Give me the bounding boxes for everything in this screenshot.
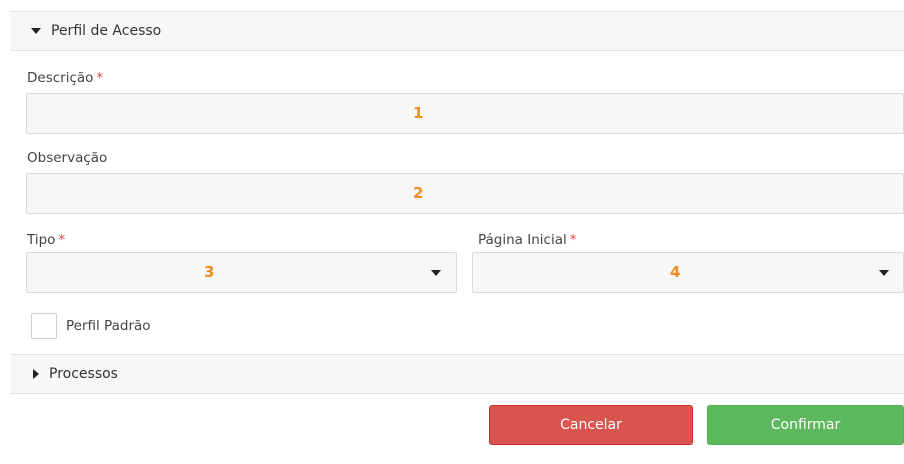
required-mark: * — [569, 232, 577, 248]
default-profile-label: Perfil Padrão — [66, 318, 151, 334]
required-mark: * — [58, 232, 66, 248]
field-marker: 2 — [413, 184, 424, 202]
home-page-select[interactable]: 4 — [472, 252, 904, 293]
cancel-button[interactable]: Cancelar — [489, 405, 693, 445]
description-label: Descrição * — [27, 70, 104, 86]
default-profile-checkbox[interactable] — [31, 313, 57, 339]
profile-form-page: Perfil de Acesso Descrição * 1 Observação… — [0, 0, 904, 464]
field-marker: 4 — [670, 263, 681, 281]
section-title: Perfil de Acesso — [51, 23, 162, 39]
caret-down-icon — [31, 28, 41, 34]
observation-input[interactable]: 2 — [26, 173, 904, 214]
description-input[interactable]: 1 — [26, 93, 904, 134]
confirm-button[interactable]: Confirmar — [707, 405, 904, 445]
home-page-label: Página Inicial * — [478, 232, 577, 248]
section-title: Processos — [49, 366, 118, 382]
field-marker: 1 — [413, 104, 424, 122]
caret-right-icon — [33, 369, 39, 379]
field-marker: 3 — [204, 263, 215, 281]
type-label: Tipo * — [27, 232, 66, 248]
dropdown-arrow-icon — [431, 270, 441, 276]
section-header-perfil-de-acesso[interactable]: Perfil de Acesso — [10, 11, 904, 51]
section-header-processos[interactable]: Processos — [10, 354, 904, 394]
type-select[interactable]: 3 — [26, 252, 457, 293]
dropdown-arrow-icon — [879, 270, 889, 276]
observation-label: Observação — [27, 150, 108, 166]
required-mark: * — [96, 70, 104, 86]
